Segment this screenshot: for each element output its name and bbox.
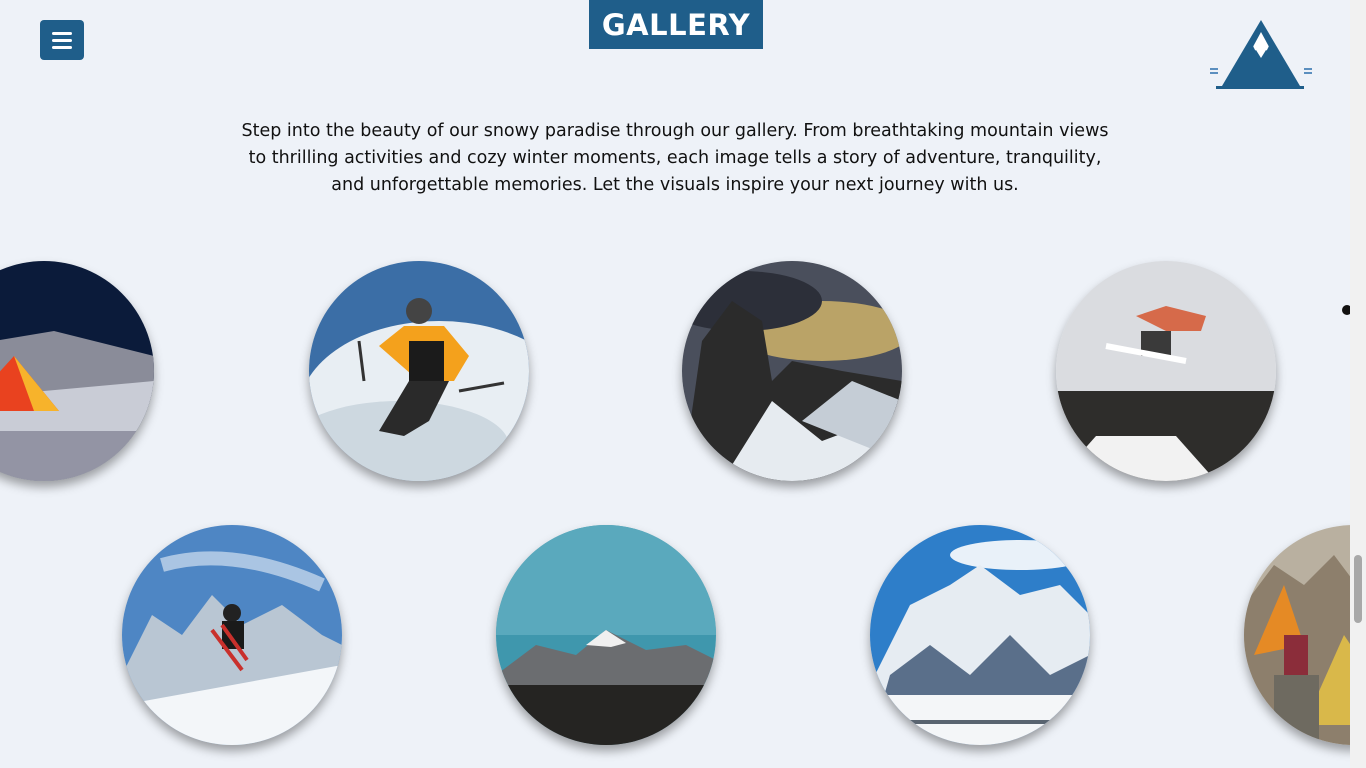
hamburger-icon-bar: [52, 45, 72, 49]
page-title: GALLERY: [589, 0, 763, 49]
gallery-image-snowboarder[interactable]: [1056, 261, 1276, 481]
page: GALLERY Step into the beauty of our snow…: [0, 0, 1366, 768]
page-scrollbar[interactable]: [1350, 0, 1366, 768]
gallery-intro-text: Step into the beauty of our snowy paradi…: [241, 120, 1109, 195]
menu-button[interactable]: [40, 20, 84, 60]
scrollbar-thumb[interactable]: [1354, 555, 1362, 623]
gallery-image-peak-sunset[interactable]: [682, 261, 902, 481]
hamburger-icon-bar: [52, 38, 72, 42]
gallery-image-snowy-range[interactable]: [870, 525, 1090, 745]
gallery-image-ski-jump[interactable]: [122, 525, 342, 745]
gallery-image-tent[interactable]: [0, 261, 154, 481]
gallery-image-skier[interactable]: [309, 261, 529, 481]
mountain-logo-icon[interactable]: [1208, 18, 1314, 90]
hamburger-icon: [52, 31, 72, 35]
gallery-image-climbers[interactable]: [1244, 525, 1366, 745]
gallery-image-mountain-teal[interactable]: [496, 525, 716, 745]
